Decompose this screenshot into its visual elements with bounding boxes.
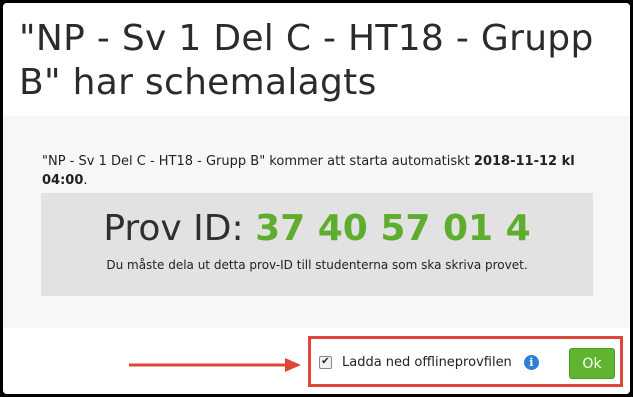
dialog-title: "NP - Sv 1 Del C - HT18 - Grupp B" har s… [19, 18, 594, 103]
offline-download-option: ✔ Ladda ned offlineprovfilen i [319, 352, 539, 372]
message-suffix: . [83, 173, 88, 188]
exam-id-note: Du måste dela ut detta prov-ID till stud… [106, 258, 528, 272]
dialog-body: "NP - Sv 1 Del C - HT18 - Grupp B" komme… [3, 116, 630, 328]
exam-id-panel: Prov ID: 37 40 57 01 4 Du måste dela ut … [41, 193, 593, 296]
dialog-footer: ✔ Ladda ned offlineprovfilen i Ok [3, 328, 630, 394]
schedule-message: "NP - Sv 1 Del C - HT18 - Grupp B" komme… [42, 152, 602, 190]
message-text: "NP - Sv 1 Del C - HT18 - Grupp B" komme… [42, 154, 474, 169]
exam-id-line: Prov ID: 37 40 57 01 4 [41, 207, 593, 251]
scheduled-dialog: "NP - Sv 1 Del C - HT18 - Grupp B" har s… [3, 3, 630, 394]
dialog-header: "NP - Sv 1 Del C - HT18 - Grupp B" har s… [3, 3, 630, 116]
exam-id-label: Prov ID: [103, 208, 256, 249]
checkmark-icon: ✔ [321, 356, 330, 367]
exam-id-value: 37 40 57 01 4 [255, 208, 531, 249]
offline-download-label[interactable]: Ladda ned offlineprovfilen [342, 355, 512, 370]
ok-button[interactable]: Ok [569, 348, 615, 379]
info-icon[interactable]: i [523, 354, 539, 370]
arrow-right-icon [129, 358, 301, 372]
offline-download-checkbox[interactable]: ✔ [319, 355, 332, 369]
